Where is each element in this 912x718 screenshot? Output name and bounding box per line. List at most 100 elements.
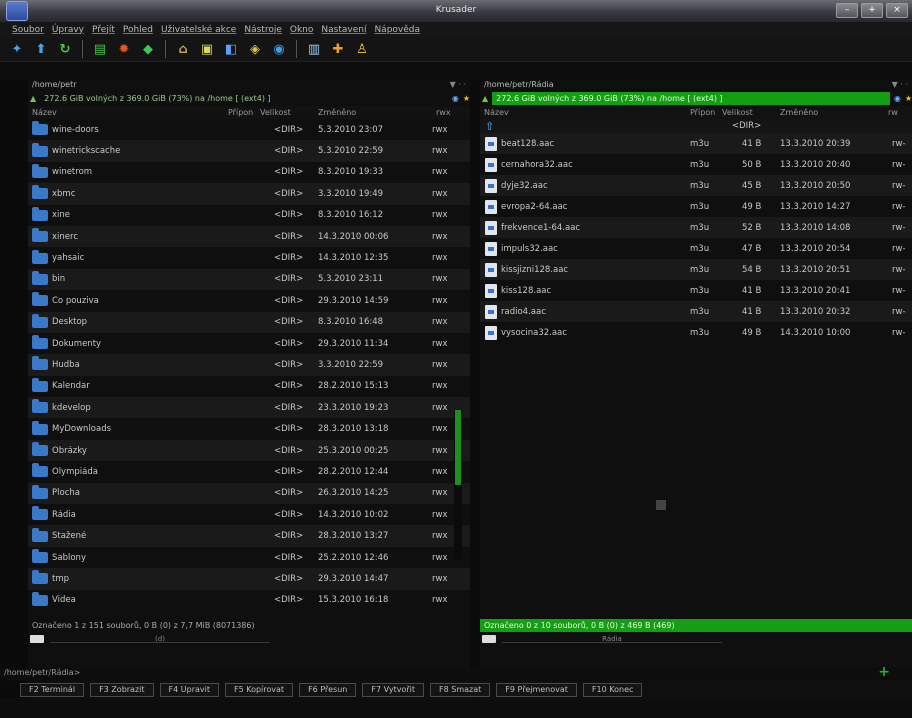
file-row[interactable]: Plocha <DIR> 26.3.2010 14:25 rwx	[28, 482, 470, 505]
refresh-icon[interactable]: ↻	[56, 40, 74, 58]
search-icon[interactable]: ◉	[452, 94, 459, 103]
command-line[interactable]: /home/petr/Rádia>	[0, 668, 912, 681]
fkey-f3[interactable]: F3 Zobrazit	[90, 683, 154, 697]
file-row[interactable]: xinerc <DIR> 14.3.2010 00:06 rwx	[28, 225, 470, 248]
settings-icon[interactable]: ✹	[115, 40, 133, 58]
file-row[interactable]: evropa2-64.aac m3u 49 B 13.3.2010 14:27 …	[480, 196, 912, 217]
menu-pohled[interactable]: Pohled	[123, 25, 153, 35]
file-row[interactable]: Rádia <DIR> 14.3.2010 10:02 rwx	[28, 504, 470, 525]
col-attr[interactable]: rwx	[436, 108, 451, 117]
fkey-f2[interactable]: F2 Terminál	[20, 683, 85, 697]
menu-nastroje[interactable]: Nástroje	[244, 25, 282, 35]
col-date[interactable]: Změněno	[318, 108, 356, 117]
history-icon[interactable]: ▼ · ·	[892, 80, 908, 89]
fkey-f8[interactable]: F8 Smazat	[430, 683, 491, 697]
menu-prejit[interactable]: Přejít	[92, 25, 115, 35]
file-row[interactable]: Šablony <DIR> 25.2.2010 12:46 rwx	[28, 547, 470, 568]
col-name[interactable]: Název	[32, 108, 57, 117]
maximize-button[interactable]: +	[861, 3, 883, 18]
file-row[interactable]: wine-doors <DIR> 5.3.2010 23:07 rwx	[28, 119, 470, 140]
unpack-icon[interactable]: ◉	[270, 40, 288, 58]
file-row[interactable]: cernahora32.aac m3u 50 B 13.3.2010 20:40…	[480, 154, 912, 175]
file-row[interactable]: tmp <DIR> 29.3.2010 14:47 rwx	[28, 568, 470, 590]
file-attr: rw-	[892, 222, 906, 233]
parent-dir-row[interactable]: ⇧ <DIR>	[480, 119, 912, 133]
file-row[interactable]: xine <DIR> 8.3.2010 16:12 rwx	[28, 205, 470, 226]
search-icon[interactable]: ◉	[894, 94, 901, 103]
file-row[interactable]: MyDownloads <DIR> 28.3.2010 13:18 rwx	[28, 418, 470, 439]
copy-icon[interactable]: ▣	[198, 40, 216, 58]
menu-okno[interactable]: Okno	[290, 25, 314, 35]
file-row[interactable]: dyje32.aac m3u 45 B 13.3.2010 20:50 rw-	[480, 175, 912, 196]
file-row[interactable]: yahsaic <DIR> 14.3.2010 12:35 rwx	[28, 247, 470, 268]
right-file-list[interactable]: ⇧ <DIR> beat128.aac m3u 41 B 13.3.2010 2…	[480, 119, 912, 619]
home-icon[interactable]: ⌂	[174, 40, 192, 58]
left-scroll-thumb[interactable]	[455, 410, 461, 485]
file-row[interactable]: kdevelop <DIR> 23.3.2010 19:23 rwx	[28, 397, 470, 419]
fkey-f6[interactable]: F6 Přesun	[299, 683, 357, 697]
col-name[interactable]: Název	[484, 108, 509, 117]
audio-file-icon	[485, 199, 497, 214]
up-icon[interactable]: ⬆	[32, 40, 50, 58]
user-icon[interactable]: ♙	[353, 40, 371, 58]
bookmark-star-icon[interactable]: ★	[463, 94, 470, 103]
fkey-f10[interactable]: F10 Konec	[582, 683, 643, 697]
col-attr[interactable]: rw	[888, 108, 898, 117]
file-row[interactable]: Dokumenty <DIR> 29.3.2010 11:34 rwx	[28, 333, 470, 354]
file-row[interactable]: xbmc <DIR> 3.3.2010 19:49 rwx	[28, 183, 470, 205]
menu-upravy[interactable]: Úpravy	[52, 25, 84, 35]
file-row[interactable]: Kalendar <DIR> 28.2.2010 15:13 rwx	[28, 376, 470, 397]
minimize-button[interactable]: –	[836, 3, 858, 18]
file-row[interactable]: winetrom <DIR> 8.3.2010 19:33 rwx	[28, 162, 470, 183]
file-row[interactable]: Hudba <DIR> 3.3.2010 22:59 rwx	[28, 354, 470, 376]
file-row[interactable]: kissjizni128.aac m3u 54 B 13.3.2010 20:5…	[480, 259, 912, 280]
left-file-list[interactable]: wine-doors <DIR> 5.3.2010 23:07 rwx wine…	[28, 119, 470, 619]
bookmark-star-icon[interactable]: ★	[905, 94, 912, 103]
menu-nastaveni[interactable]: Nastavení	[321, 25, 366, 35]
fkey-f5[interactable]: F5 Kopírovat	[224, 683, 294, 697]
file-date: 3.3.2010 22:59	[318, 359, 384, 370]
history-icon[interactable]: ▼ · ·	[450, 80, 466, 89]
menu-soubor[interactable]: Soubor	[12, 25, 44, 35]
file-row[interactable]: Videa <DIR> 15.3.2010 16:18 rwx	[28, 590, 470, 611]
fkey-f9[interactable]: F9 Přejmenovat	[496, 683, 577, 697]
file-row[interactable]: Olympiáda <DIR> 28.2.2010 12:44 rwx	[28, 461, 470, 482]
col-ext[interactable]: Přípon	[228, 108, 253, 117]
add-icon[interactable]: +	[878, 664, 890, 680]
splitter[interactable]	[470, 80, 480, 698]
file-row[interactable]: kiss128.aac m3u 41 B 13.3.2010 20:41 rw-	[480, 280, 912, 301]
sync-icon[interactable]: ✚	[329, 40, 347, 58]
file-row[interactable]: Stažené <DIR> 28.3.2010 13:27 rwx	[28, 525, 470, 547]
media-icon[interactable]	[482, 635, 496, 643]
file-row[interactable]: winetrickscache <DIR> 5.3.2010 22:59 rwx	[28, 140, 470, 162]
fkey-f7[interactable]: F7 Vytvořit	[362, 683, 424, 697]
terminal-icon[interactable]: ▥	[305, 40, 323, 58]
file-row[interactable]: beat128.aac m3u 41 B 13.3.2010 20:39 rw-	[480, 133, 912, 154]
col-ext[interactable]: Přípon	[690, 108, 715, 117]
left-scrollbar[interactable]	[454, 410, 462, 560]
left-path[interactable]: /home/petr ▼ · ·	[28, 80, 470, 91]
menu-uzivatelske-akce[interactable]: Uživatelské akce	[161, 25, 236, 35]
file-row[interactable]: radio4.aac m3u 41 B 13.3.2010 20:32 rw-	[480, 301, 912, 322]
file-row[interactable]: Desktop <DIR> 8.3.2010 16:48 rwx	[28, 311, 470, 333]
pack-icon[interactable]: ◈	[246, 40, 264, 58]
fkey-f4[interactable]: F4 Upravit	[159, 683, 219, 697]
file-row[interactable]: bin <DIR> 5.3.2010 23:11 rwx	[28, 268, 470, 291]
edit-icon[interactable]: ▤	[91, 40, 109, 58]
col-date[interactable]: Změněno	[780, 108, 818, 117]
compare-icon[interactable]: ◧	[222, 40, 240, 58]
menu-napoveda[interactable]: Nápověda	[374, 25, 420, 35]
file-row[interactable]: Co pouziva <DIR> 29.3.2010 14:59 rwx	[28, 290, 470, 311]
file-row[interactable]: impuls32.aac m3u 47 B 13.3.2010 20:54 rw…	[480, 238, 912, 259]
file-row[interactable]: vysocina32.aac m3u 49 B 14.3.2010 10:00 …	[480, 322, 912, 343]
file-row[interactable]: frekvence1-64.aac m3u 52 B 13.3.2010 14:…	[480, 217, 912, 238]
file-row[interactable]: Obrázky <DIR> 25.3.2010 00:25 rwx	[28, 439, 470, 462]
col-size[interactable]: Velikost	[260, 108, 291, 117]
back-icon[interactable]: ✦	[8, 40, 26, 58]
close-button[interactable]: ×	[886, 3, 908, 18]
right-path[interactable]: /home/petr/Rádia ▼ · ·	[480, 80, 912, 91]
bottom-edge	[0, 699, 912, 718]
bookmark-icon[interactable]: ◆	[139, 40, 157, 58]
col-size[interactable]: Velikost	[722, 108, 753, 117]
media-icon[interactable]	[30, 635, 44, 643]
